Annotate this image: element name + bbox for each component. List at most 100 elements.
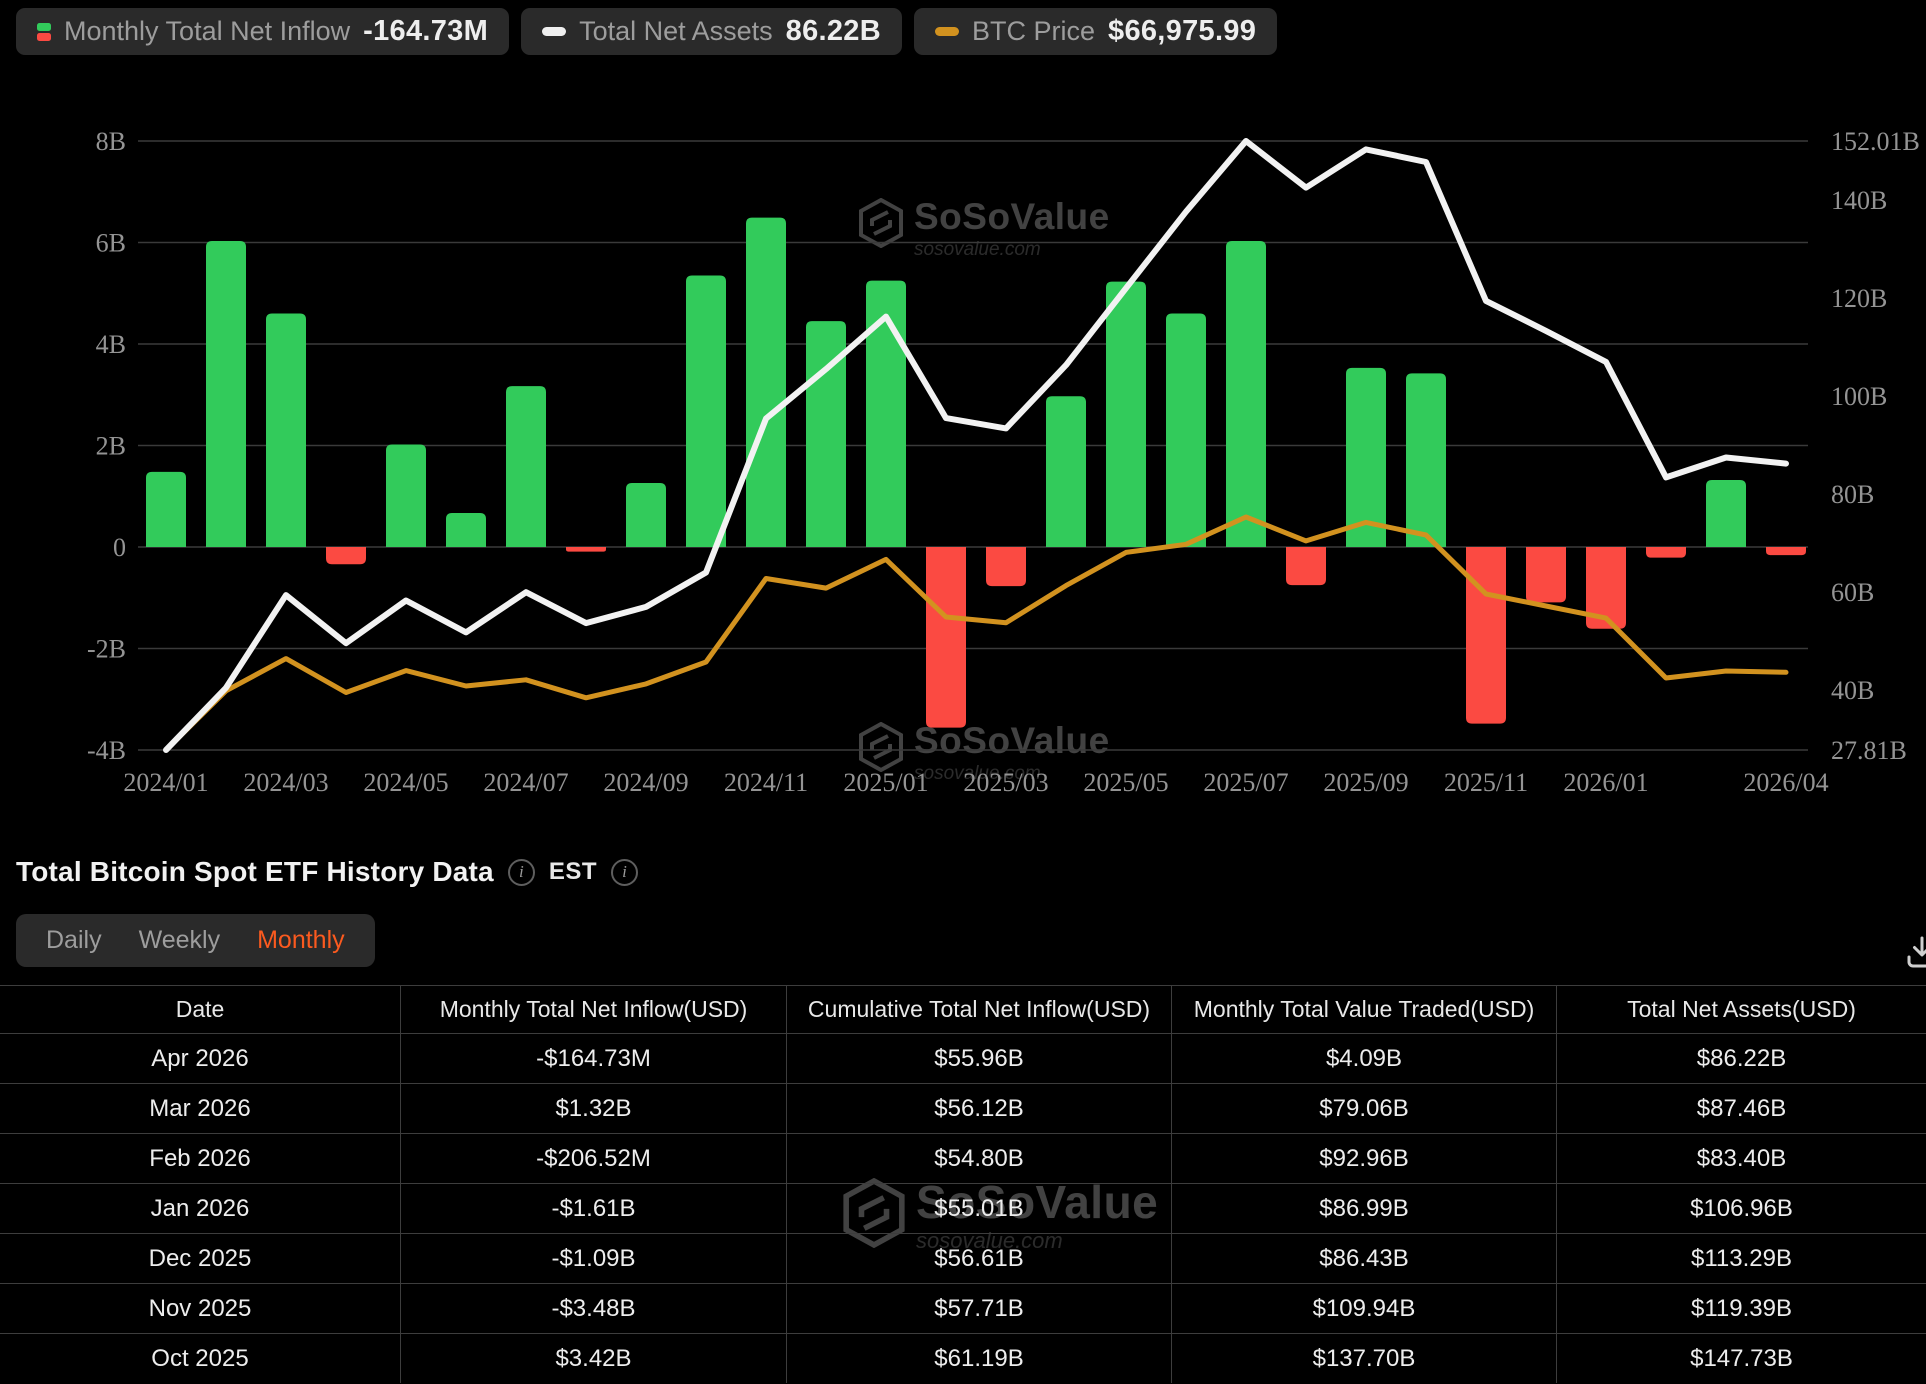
cell-monthly-inflow: -$3.48B — [400, 1283, 786, 1333]
etf-history-table: Date Monthly Total Net Inflow(USD) Cumul… — [0, 985, 1926, 1383]
table-body: Apr 2026-$164.73M$55.96B$4.09B$86.22BMar… — [0, 1033, 1926, 1383]
cell-value-traded: $4.09B — [1171, 1033, 1556, 1083]
tab-weekly[interactable]: Weekly — [139, 926, 221, 955]
cell-net-assets: $119.39B — [1556, 1283, 1926, 1333]
x-axis-tick: 2025/07 — [1203, 768, 1288, 797]
left-axis-tick: 0 — [113, 533, 126, 562]
btc-price-series-icon — [935, 27, 959, 36]
cell-monthly-inflow: $1.32B — [400, 1083, 786, 1133]
cell-date: Feb 2026 — [0, 1133, 400, 1183]
legend-btc-value: $66,975.99 — [1108, 15, 1256, 48]
cell-cumulative-inflow: $61.19B — [786, 1333, 1171, 1383]
inflow-bar-2024/02[interactable] — [206, 241, 246, 547]
right-axis-tick: 80B — [1831, 480, 1874, 509]
table-row-oct-2025: Oct 2025$3.42B$61.19B$137.70B$147.73B — [0, 1333, 1926, 1383]
cell-net-assets: $86.22B — [1556, 1033, 1926, 1083]
inflow-bar-2026/04[interactable] — [1766, 547, 1806, 555]
cell-monthly-inflow: -$206.52M — [400, 1133, 786, 1183]
right-axis-tick: 27.81B — [1831, 736, 1907, 765]
x-axis-tick: 2024/07 — [483, 768, 568, 797]
inflow-bar-2025/02[interactable] — [926, 547, 966, 728]
cell-net-assets: $113.29B — [1556, 1233, 1926, 1283]
inflow-bar-2025/05[interactable] — [1106, 282, 1146, 547]
inflow-bar-2024/06[interactable] — [446, 513, 486, 547]
legend-btc-label: BTC Price — [972, 16, 1095, 47]
inflow-bar-2024/09[interactable] — [626, 483, 666, 547]
cell-value-traded: $86.99B — [1171, 1183, 1556, 1233]
col-header-value-traded: Monthly Total Value Traded(USD) — [1171, 985, 1556, 1033]
cell-net-assets: $87.46B — [1556, 1083, 1926, 1133]
tab-daily[interactable]: Daily — [46, 926, 102, 955]
inflow-bar-2024/07[interactable] — [506, 386, 546, 547]
net-assets-series-icon — [542, 27, 566, 36]
x-axis-tick: 2024/03 — [243, 768, 328, 797]
legend-btc-price[interactable]: BTC Price $66,975.99 — [914, 8, 1277, 55]
right-axis-tick: 100B — [1831, 382, 1887, 411]
cell-monthly-inflow: $3.42B — [400, 1333, 786, 1383]
cell-date: Mar 2026 — [0, 1083, 400, 1133]
table-row-mar-2026: Mar 2026$1.32B$56.12B$79.06B$87.46B — [0, 1083, 1926, 1133]
inflow-bar-2024/11[interactable] — [746, 218, 786, 547]
cell-cumulative-inflow: $55.01B — [786, 1183, 1171, 1233]
inflow-bar-2025/03[interactable] — [986, 547, 1026, 586]
cell-value-traded: $79.06B — [1171, 1083, 1556, 1133]
inflow-bar-2025/11[interactable] — [1466, 547, 1506, 724]
cell-date: Nov 2025 — [0, 1283, 400, 1333]
table-row-apr-2026: Apr 2026-$164.73M$55.96B$4.09B$86.22B — [0, 1033, 1926, 1083]
cell-date: Apr 2026 — [0, 1033, 400, 1083]
frequency-tabs: Daily Weekly Monthly — [16, 914, 375, 967]
info-icon[interactable]: i — [508, 859, 535, 886]
legend-total-net-assets[interactable]: Total Net Assets 86.22B — [521, 8, 902, 55]
inflow-bar-2025/07[interactable] — [1226, 241, 1266, 547]
table-row-jan-2026: Jan 2026-$1.61B$55.01B$86.99B$106.96B — [0, 1183, 1926, 1233]
right-axis-tick: 120B — [1831, 284, 1887, 313]
inflow-bar-2024/08[interactable] — [566, 547, 606, 552]
inflow-bar-2025/06[interactable] — [1166, 314, 1206, 547]
x-axis-tick: 2025/05 — [1083, 768, 1168, 797]
inflow-bar-2025/08[interactable] — [1286, 547, 1326, 585]
left-axis-tick: -4B — [87, 736, 126, 765]
cell-cumulative-inflow: $56.12B — [786, 1083, 1171, 1133]
inflow-bar-2026/03[interactable] — [1706, 480, 1746, 547]
bitcoin-etf-dashboard: { "legend": { "inflow": {"label": "Month… — [0, 0, 1926, 1384]
x-axis-tick: 2025/09 — [1323, 768, 1408, 797]
inflow-bar-2026/02[interactable] — [1646, 547, 1686, 558]
x-axis-tick: 2025/01 — [843, 768, 928, 797]
inflow-bar-2024/03[interactable] — [266, 314, 306, 547]
inflow-bar-2025/10[interactable] — [1406, 373, 1446, 547]
inflow-bar-2024/10[interactable] — [686, 275, 726, 547]
download-button[interactable] — [1902, 932, 1926, 977]
legend-net-assets-label: Total Net Assets — [579, 16, 773, 47]
left-axis-tick: 8B — [96, 127, 126, 156]
x-axis-tick: 2024/09 — [603, 768, 688, 797]
table-row-nov-2025: Nov 2025-$3.48B$57.71B$109.94B$119.39B — [0, 1283, 1926, 1333]
legend-net-assets-value: 86.22B — [786, 15, 881, 48]
col-header-net-assets: Total Net Assets(USD) — [1556, 985, 1926, 1033]
inflow-bar-2025/04[interactable] — [1046, 396, 1086, 547]
right-axis-tick: 152.01B — [1831, 127, 1920, 156]
cell-cumulative-inflow: $57.71B — [786, 1283, 1171, 1333]
inflow-series-icon — [37, 23, 51, 41]
inflow-bar-2025/12[interactable] — [1526, 547, 1566, 602]
cell-cumulative-inflow: $55.96B — [786, 1033, 1171, 1083]
legend-inflow-value: -164.73M — [363, 15, 488, 48]
cell-date: Jan 2026 — [0, 1183, 400, 1233]
col-header-cumulative-inflow: Cumulative Total Net Inflow(USD) — [786, 985, 1171, 1033]
cell-date: Dec 2025 — [0, 1233, 400, 1283]
x-axis-tick: 2024/05 — [363, 768, 448, 797]
inflow-bar-2024/05[interactable] — [386, 444, 426, 547]
etf-flows-chart[interactable]: 8B6B4B2B0-2B-4B152.01B140B120B100B80B60B… — [0, 0, 1926, 805]
cell-value-traded: $109.94B — [1171, 1283, 1556, 1333]
col-header-monthly-inflow: Monthly Total Net Inflow(USD) — [400, 985, 786, 1033]
download-icon — [1902, 932, 1926, 972]
inflow-bar-2024/04[interactable] — [326, 547, 366, 564]
inflow-bar-2024/01[interactable] — [146, 472, 186, 547]
cell-date: Oct 2025 — [0, 1333, 400, 1383]
left-axis-tick: 6B — [96, 229, 126, 258]
legend-monthly-net-inflow[interactable]: Monthly Total Net Inflow -164.73M — [16, 8, 509, 55]
x-axis-tick: 2024/11 — [724, 768, 808, 797]
section-title: Total Bitcoin Spot ETF History Data — [16, 856, 494, 888]
cell-monthly-inflow: -$1.61B — [400, 1183, 786, 1233]
info-icon[interactable]: i — [611, 859, 638, 886]
tab-monthly[interactable]: Monthly — [257, 926, 345, 955]
